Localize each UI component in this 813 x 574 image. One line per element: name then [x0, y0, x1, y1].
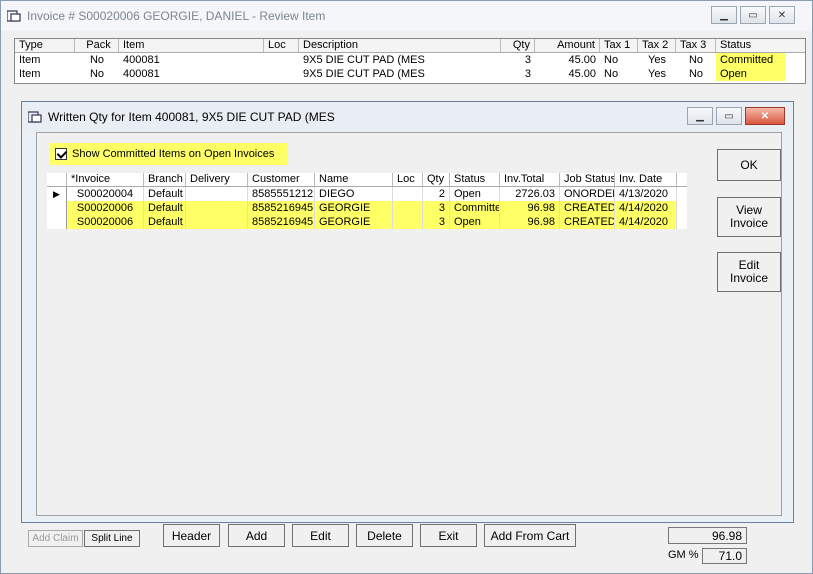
table-row[interactable]: S00020006 Default 8585216945 GEORGIE 3 C… — [47, 201, 687, 215]
split-line-button[interactable]: Split Line — [84, 530, 140, 547]
col-qty[interactable]: Qty — [501, 39, 535, 52]
col-inv-date[interactable]: Inv. Date — [615, 173, 677, 186]
app-icon — [7, 10, 21, 22]
minimize-icon[interactable]: ▁ — [687, 107, 713, 125]
app-icon — [28, 111, 42, 123]
col-status[interactable]: Status — [716, 39, 786, 52]
add-claim-button[interactable]: Add Claim — [28, 530, 83, 547]
delete-button[interactable]: Delete — [356, 524, 413, 547]
minimize-icon[interactable]: ▁ — [711, 6, 737, 24]
gm-label: GM % — [668, 549, 699, 561]
col-inv-total[interactable]: Inv.Total — [500, 173, 560, 186]
col-name[interactable]: Name — [315, 173, 393, 186]
col-delivery[interactable]: Delivery — [186, 173, 248, 186]
checkbox-checked-icon[interactable] — [55, 148, 67, 160]
col-loc[interactable]: Loc — [393, 173, 423, 186]
close-icon[interactable]: ✕ — [745, 107, 785, 125]
total-field: 96.98 — [668, 527, 747, 544]
col-tax2[interactable]: Tax 2 — [638, 39, 676, 52]
edit-invoice-button[interactable]: Edit Invoice — [717, 252, 781, 292]
col-status[interactable]: Status — [450, 173, 500, 186]
dialog-title: Written Qty for Item 400081, 9X5 DIE CUT… — [48, 110, 335, 124]
gm-field: 71.0 — [702, 548, 747, 564]
col-tax3[interactable]: Tax 3 — [676, 39, 716, 52]
col-qty[interactable]: Qty — [423, 173, 450, 186]
col-loc[interactable]: Loc — [264, 39, 299, 52]
add-button[interactable]: Add — [228, 524, 285, 547]
written-grid-header: *Invoice Branch Delivery Customer Name L… — [47, 173, 687, 187]
status-badge: Committed — [716, 53, 786, 67]
ok-button[interactable]: OK — [717, 149, 781, 181]
table-row[interactable]: ▶ S00020004 Default 8585551212 DIEGO 2 O… — [47, 187, 687, 201]
view-invoice-button[interactable]: View Invoice — [717, 197, 781, 237]
col-branch[interactable]: Branch — [144, 173, 186, 186]
col-job-status[interactable]: Job Status — [560, 173, 615, 186]
checkbox-label: Show Committed Items on Open Invoices — [72, 148, 275, 160]
header-button[interactable]: Header — [163, 524, 220, 547]
items-grid-header: Type Pack Item Loc Description Qty Amoun… — [15, 39, 805, 53]
written-qty-dialog: Written Qty for Item 400081, 9X5 DIE CUT… — [21, 101, 794, 523]
status-badge: Open — [716, 67, 786, 81]
outer-window-title: Invoice # S00020006 GEORGIE, DANIEL - Re… — [27, 9, 326, 23]
table-row[interactable]: Item No 400081 9X5 DIE CUT PAD (MES 3 45… — [15, 53, 805, 67]
invoice-items-grid[interactable]: Type Pack Item Loc Description Qty Amoun… — [14, 38, 806, 84]
dialog-body: Show Committed Items on Open Invoices *I… — [36, 132, 782, 516]
col-item[interactable]: Item — [119, 39, 264, 52]
row-selector-icon: ▶ — [47, 187, 67, 201]
col-tax1[interactable]: Tax 1 — [600, 39, 638, 52]
col-pack[interactable]: Pack — [75, 39, 119, 52]
outer-titlebar[interactable]: Invoice # S00020006 GEORGIE, DANIEL - Re… — [1, 1, 812, 31]
exit-button[interactable]: Exit — [420, 524, 477, 547]
maximize-icon[interactable]: ▭ — [740, 6, 766, 24]
dialog-titlebar[interactable]: Written Qty for Item 400081, 9X5 DIE CUT… — [22, 102, 793, 132]
col-description[interactable]: Description — [299, 39, 501, 52]
col-type[interactable]: Type — [15, 39, 75, 52]
show-committed-checkbox[interactable]: Show Committed Items on Open Invoices — [50, 143, 288, 165]
maximize-icon[interactable]: ▭ — [716, 107, 742, 125]
col-invoice[interactable]: *Invoice — [67, 173, 144, 186]
edit-button[interactable]: Edit — [292, 524, 349, 547]
close-icon[interactable]: ✕ — [769, 6, 795, 24]
col-amount[interactable]: Amount — [535, 39, 600, 52]
written-qty-grid[interactable]: *Invoice Branch Delivery Customer Name L… — [47, 173, 687, 229]
table-row[interactable]: S00020006 Default 8585216945 GEORGIE 3 O… — [47, 215, 687, 229]
add-from-cart-button[interactable]: Add From Cart — [484, 524, 576, 547]
col-customer[interactable]: Customer — [248, 173, 315, 186]
table-row[interactable]: Item No 400081 9X5 DIE CUT PAD (MES 3 45… — [15, 67, 805, 81]
